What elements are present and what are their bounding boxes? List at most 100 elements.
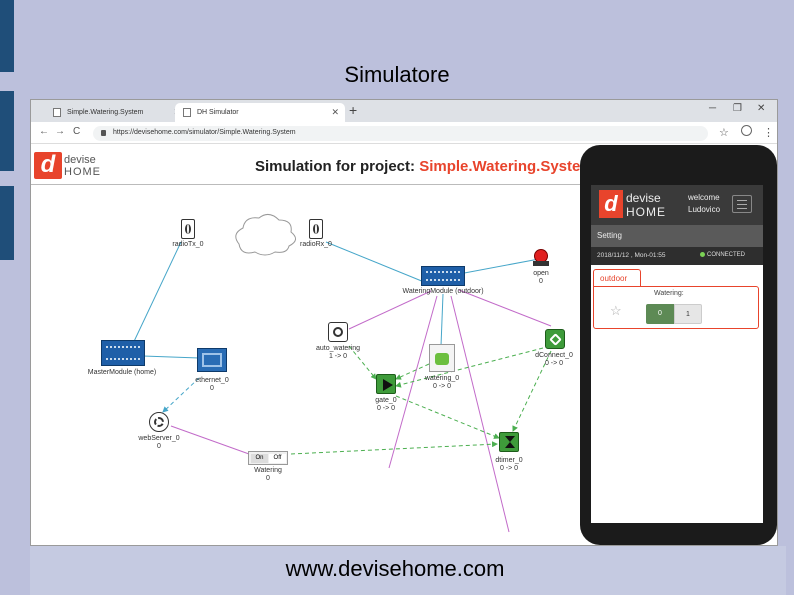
- footer-url: www.devisehome.com: [285, 556, 505, 581]
- devisehome-logo: d: [34, 152, 62, 179]
- project-name: Simple.Watering.System: [419, 158, 594, 175]
- play-gate-icon: [383, 379, 393, 391]
- slide-accent-bar-bottom: [0, 186, 14, 260]
- watering-control-label: Watering:: [654, 290, 684, 297]
- reload-button[interactable]: C: [73, 126, 80, 137]
- board-icon: [106, 346, 140, 360]
- phone-mockup: d devise HOME welcome Ludovico Setting 2…: [580, 145, 777, 545]
- switch-off-button[interactable]: Off: [269, 454, 286, 463]
- maximize-button[interactable]: ❐: [733, 103, 742, 114]
- minimize-button[interactable]: ─: [709, 103, 716, 114]
- favorite-star-icon[interactable]: ☆: [610, 303, 622, 319]
- auto-watering-node[interactable]: [328, 322, 348, 342]
- back-button[interactable]: ←: [39, 126, 49, 137]
- link-wateringmodule-timer: [450, 295, 510, 533]
- webserver-label: webServer_0: [138, 435, 180, 442]
- phone-header: d devise HOME welcome Ludovico: [591, 185, 763, 225]
- hamburger-menu-icon[interactable]: [732, 195, 752, 213]
- radio-transmitter-icon: [185, 224, 191, 234]
- ethernet-value: 0: [210, 385, 214, 392]
- user-name: Ludovico: [688, 205, 721, 214]
- logo-home-text: HOME: [64, 166, 101, 178]
- logo-devise-text: devise: [64, 154, 96, 166]
- master-module-node[interactable]: [101, 340, 145, 366]
- watering-label: watering_0: [424, 375, 460, 382]
- bookmark-star-icon[interactable]: ☆: [719, 126, 729, 139]
- ethernet-shield-icon: [202, 353, 222, 367]
- browser-menu-icon[interactable]: ⋮: [763, 126, 774, 139]
- tab-simple-watering-system[interactable]: Simple.Watering.System ✕: [45, 103, 187, 122]
- webserver-node[interactable]: [149, 412, 169, 432]
- watering-value: 0 -> 0: [432, 383, 452, 390]
- page-icon: [183, 108, 191, 117]
- phone-logo-devise: devise: [626, 191, 661, 205]
- link-wateringmodule-watering: [440, 293, 444, 347]
- connection-status-text: CONNECTED: [707, 252, 746, 258]
- sensor-icon: [333, 327, 343, 337]
- hourglass-icon-bottom: [505, 442, 515, 448]
- tab-outdoor[interactable]: outdoor: [593, 269, 641, 287]
- datetime-text: 2018/11/12 , Mon-01:55: [597, 252, 666, 259]
- watering-switch-node[interactable]: On Off: [248, 451, 288, 465]
- gate-value: 0 -> 0: [376, 405, 396, 412]
- watering-switch-label: Watering: [254, 467, 282, 474]
- switch-on-button[interactable]: On: [251, 454, 268, 463]
- link-radiotx-master: [128, 241, 182, 353]
- phone-logo: d: [599, 190, 623, 218]
- watering-module-node[interactable]: [421, 266, 465, 286]
- new-tab-button[interactable]: +: [349, 102, 357, 118]
- ethernet-node[interactable]: [197, 348, 227, 372]
- radio-rx-node[interactable]: [309, 219, 323, 239]
- button-base: [533, 261, 549, 266]
- timer-value: 0 -> 0: [499, 465, 519, 472]
- setting-bar[interactable]: Setting: [591, 225, 763, 247]
- timer-node[interactable]: [499, 432, 519, 452]
- radio-rx-label: radioRx_0: [300, 241, 332, 248]
- radio-tx-node[interactable]: [181, 219, 195, 239]
- page-title: Simulation for project: Simple.Watering.…: [255, 158, 594, 175]
- phone-logo-home: HOME: [626, 205, 666, 219]
- slide-accent-bar-middle: [0, 91, 14, 171]
- open-node[interactable]: [533, 249, 549, 267]
- profile-icon[interactable]: [741, 125, 752, 136]
- title-prefix: Simulation for project:: [255, 158, 420, 175]
- forward-button[interactable]: →: [55, 126, 65, 137]
- board-icon: [426, 271, 460, 281]
- auto-watering-label: auto_watering: [316, 345, 360, 352]
- auto-watering-value: 1 -> 0: [328, 353, 348, 360]
- radio-receiver-icon: [313, 224, 319, 234]
- watering-on-button[interactable]: 1: [674, 304, 702, 324]
- welcome-text: welcome: [688, 193, 720, 202]
- watering-control-panel: ☆ Watering: 0 1: [593, 286, 759, 329]
- connection-status: CONNECTED: [700, 252, 745, 258]
- close-window-button[interactable]: ✕: [757, 103, 765, 114]
- link-wateringmodule-auto: [348, 290, 432, 330]
- web-server-icon: [154, 417, 164, 427]
- plug-icon: [549, 333, 562, 346]
- gate-node[interactable]: [376, 374, 396, 394]
- slide-title: Simulatore: [344, 62, 450, 87]
- address-text: https://devisehome.com/simulator/Simple.…: [113, 129, 296, 136]
- page-icon: [53, 108, 61, 117]
- tab-strip: Simple.Watering.System ✕ DH Simulator ✕ …: [31, 100, 777, 122]
- open-label: open: [533, 270, 549, 277]
- dconnect-node[interactable]: [545, 329, 565, 349]
- address-input[interactable]: https://devisehome.com/simulator/Simple.…: [93, 126, 708, 141]
- tab-dh-simulator[interactable]: DH Simulator ✕: [175, 103, 345, 122]
- watering-module-label: WateringModule (outdoor): [402, 288, 484, 295]
- watering-node[interactable]: [429, 344, 455, 372]
- tab-label: Simple.Watering.System: [67, 109, 144, 116]
- link-master-ethernet: [142, 355, 200, 359]
- lock-icon: [101, 130, 106, 136]
- watering-can-icon: [435, 353, 449, 365]
- address-bar-row: ← → C https://devisehome.com/simulator/S…: [31, 122, 777, 144]
- tab-label: DH Simulator: [197, 109, 239, 116]
- phone-screen: d devise HOME welcome Ludovico Setting 2…: [591, 185, 763, 523]
- master-module-label: MasterModule (home): [87, 369, 157, 376]
- watering-switch-value: 0: [266, 475, 270, 482]
- ethernet-label: ethernet_0: [195, 377, 229, 384]
- radio-tx-label: radioTx_0: [172, 241, 204, 248]
- webserver-value: 0: [157, 443, 161, 450]
- tab-close-icon[interactable]: ✕: [331, 107, 339, 118]
- watering-off-button[interactable]: 0: [646, 304, 674, 324]
